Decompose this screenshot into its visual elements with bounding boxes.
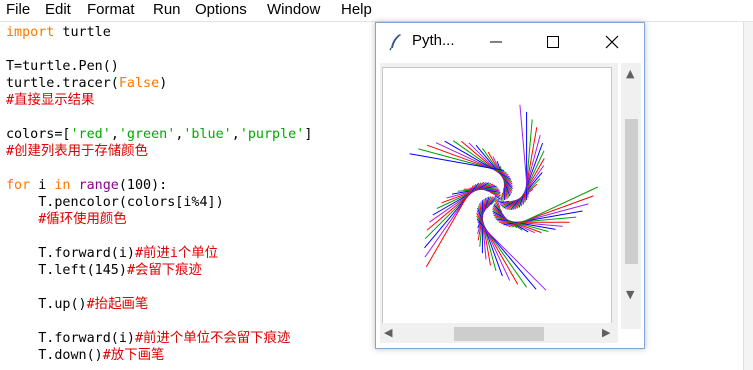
code-line[interactable]: #直接显示结果: [6, 92, 94, 109]
spiral-segment: [502, 187, 505, 201]
code-token: #抬起画笔: [86, 297, 149, 312]
minimize-button[interactable]: [485, 31, 507, 53]
menu-help[interactable]: Help: [341, 1, 372, 19]
spiral-segment: [477, 221, 547, 291]
scroll-up-arrow-icon[interactable]: ▲: [626, 68, 634, 80]
code-line[interactable]: T.up()#抬起画笔: [6, 296, 148, 313]
menu-run[interactable]: Run: [153, 1, 181, 19]
scroll-right-arrow-icon[interactable]: ▶: [602, 327, 610, 339]
maximize-button[interactable]: [542, 31, 564, 53]
code-line[interactable]: for i in range(100):: [6, 177, 167, 194]
code-token: colors=[: [6, 127, 71, 142]
menu-edit[interactable]: Edit: [45, 1, 71, 19]
code-token: #前进i个单位: [135, 246, 219, 261]
menu-bar: File Edit Format Run Options Window Help: [0, 0, 753, 22]
code-token: T.forward(i): [6, 331, 135, 346]
vertical-scrollbar[interactable]: ▲ ▼: [621, 63, 641, 329]
vertical-scroll-thumb[interactable]: [625, 119, 638, 264]
spiral-segment: [499, 197, 501, 201]
spiral-segment: [452, 140, 513, 183]
code-line[interactable]: import turtle: [6, 24, 111, 41]
code-token: in: [54, 178, 71, 193]
code-token: i: [30, 178, 55, 193]
code-token: ,: [231, 127, 240, 142]
code-line[interactable]: T.down()#放下画笔: [6, 347, 164, 364]
code-token: #循环使用颜色: [38, 212, 127, 227]
editor-scrollbar[interactable]: [743, 22, 753, 370]
spiral-segment: [500, 192, 504, 201]
spiral-segment: [518, 142, 544, 208]
spiral-segment: [512, 165, 545, 211]
turtle-canvas[interactable]: [382, 67, 612, 325]
spiral-segment: [426, 181, 485, 231]
code-token: 'blue': [183, 127, 232, 142]
code-token: T.forward(i): [6, 246, 135, 261]
turtle-window-title: Pyth...: [412, 32, 455, 49]
code-token: range: [78, 178, 119, 193]
code-token: 'purple': [239, 127, 305, 142]
spiral-segment: [424, 182, 482, 240]
code-token: ): [159, 76, 168, 91]
spiral-segment: [516, 150, 545, 209]
code-token: #前进个单位不会留下痕迹: [135, 331, 291, 346]
code-token: #直接显示结果: [6, 93, 95, 108]
code-token: T.left(145): [6, 263, 127, 278]
scroll-left-arrow-icon[interactable]: ◀: [384, 327, 392, 339]
close-button[interactable]: [601, 31, 623, 53]
code-token: #放下画笔: [102, 348, 165, 363]
code-token: #会留下痕迹: [126, 263, 202, 278]
horizontal-scroll-thumb[interactable]: [454, 327, 544, 341]
horizontal-scrollbar[interactable]: ◀ ▶: [380, 323, 618, 343]
code-token: (100):: [118, 178, 168, 193]
code-line[interactable]: T.pencolor(colors[i%4]): [6, 194, 224, 211]
code-token: for: [6, 178, 31, 193]
code-token: False: [118, 76, 160, 91]
code-token: turtle: [54, 25, 111, 40]
code-token: T.up(): [6, 297, 87, 312]
code-line[interactable]: turtle.tracer(False): [6, 75, 167, 92]
scroll-down-arrow-icon[interactable]: ▼: [626, 289, 634, 301]
spiral-segment: [424, 182, 480, 249]
spiral-drawing: [409, 104, 599, 291]
menu-file[interactable]: File: [6, 1, 30, 19]
turtle-window-titlebar[interactable]: Pyth...: [376, 23, 644, 61]
code-line[interactable]: T.forward(i)#前进i个单位: [6, 245, 218, 262]
spiral-segment: [435, 142, 510, 178]
code-token: 'green': [118, 127, 176, 142]
code-token: 'red': [70, 127, 111, 142]
spiral-segment: [426, 144, 509, 176]
menu-window[interactable]: Window: [267, 1, 320, 19]
code-line[interactable]: #循环使用颜色: [6, 211, 127, 228]
code-token: T=turtle.Pen(): [6, 59, 119, 74]
spiral-segment: [501, 216, 577, 225]
menu-format[interactable]: Format: [87, 1, 135, 19]
code-token: #创建列表用于存储颜色: [6, 144, 148, 159]
python-feather-icon: [389, 34, 401, 51]
code-token: T.down(): [6, 348, 103, 363]
code-token: turtle.tracer(: [6, 76, 119, 91]
menu-options[interactable]: Options: [195, 1, 247, 19]
code-token: ]: [304, 127, 313, 142]
code-token: T.pencolor(colors[i%4]): [6, 195, 224, 210]
code-line[interactable]: T=turtle.Pen(): [6, 58, 119, 75]
code-token: import: [6, 25, 55, 40]
code-line[interactable]: colors=['red','green','blue','purple']: [6, 126, 312, 143]
code-line[interactable]: #创建列表用于存储颜色: [6, 143, 148, 160]
code-line[interactable]: T.forward(i)#前进个单位不会留下痕迹: [6, 330, 290, 347]
code-line[interactable]: T.left(145)#会留下痕迹: [6, 262, 202, 279]
code-token: ,: [110, 127, 119, 142]
turtle-window[interactable]: Pyth... ▲ ▼ ◀ ▶: [375, 22, 645, 349]
